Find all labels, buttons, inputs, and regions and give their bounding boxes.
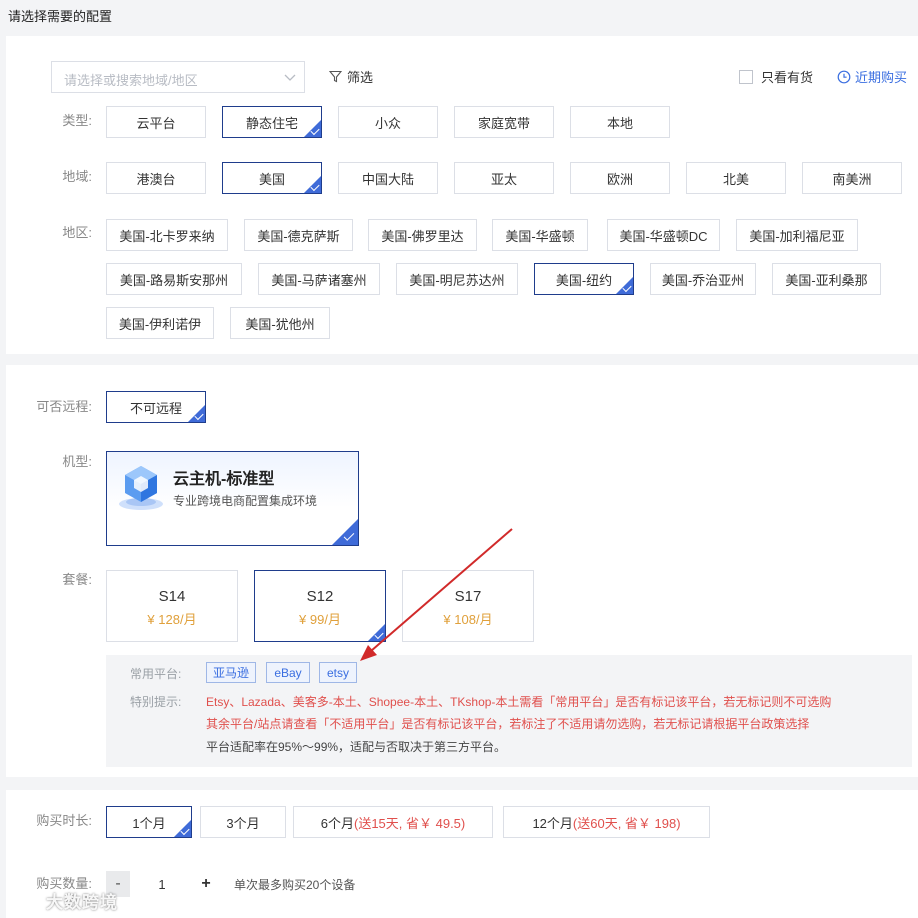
plan-name: S12 (306, 588, 334, 605)
duration-option-12-months[interactable]: 12个月 (送60天, 省￥ 198) (503, 806, 710, 838)
duration-main: 3个月 (226, 815, 260, 831)
machine-panel: 可否远程: 不可远程 机型: 云主机-标准型 专业跨境电商配置集成环境 套餐: … (6, 365, 918, 777)
area-option[interactable]: 美国-亚利桑那 (772, 263, 881, 295)
region-option-north-america[interactable]: 北美 (686, 162, 786, 194)
checkbox-icon (739, 69, 753, 84)
type-option-static-residential[interactable]: 静态住宅 (222, 106, 322, 138)
platform-tag-ebay: eBay (266, 662, 310, 683)
duration-option-1-month[interactable]: 1个月 (106, 806, 192, 838)
duration-bonus: (送60天, 省￥ 198) (572, 815, 681, 831)
area-label: 地区: (62, 225, 92, 240)
plan-price: ¥ 128/月 (147, 612, 197, 627)
cube-icon (119, 466, 163, 510)
watermark: 大数跨境 (10, 888, 118, 913)
area-option[interactable]: 美国-路易斯安那州 (106, 263, 242, 295)
machine-card-cloud-standard[interactable]: 云主机-标准型 专业跨境电商配置集成环境 (106, 451, 359, 546)
quantity-plus-button[interactable]: + (194, 871, 218, 897)
duration-main: 1个月 (132, 815, 166, 831)
type-label: 类型: (62, 113, 92, 128)
platform-tag-amazon: 亚马逊 (206, 662, 256, 683)
chevron-down-icon (284, 74, 296, 81)
area-option-new-york[interactable]: 美国-纽约 (534, 263, 634, 295)
plan-price: ¥ 108/月 (443, 612, 493, 627)
type-option-niche[interactable]: 小众 (338, 106, 438, 138)
duration-option-3-months[interactable]: 3个月 (200, 806, 286, 838)
platform-info-box: 常用平台: 亚马逊 eBay etsy 特别提示: Etsy、Lazada、美客… (106, 655, 912, 767)
area-option[interactable]: 美国-华盛顿 (492, 219, 588, 251)
platform-label: 常用平台: (130, 667, 182, 681)
stock-only-checkbox[interactable]: 只看有货 (739, 67, 813, 86)
area-option[interactable]: 美国-明尼苏达州 (396, 263, 518, 295)
plan-name: S14 (158, 588, 186, 605)
notice-line-3: 平台适配率在95%～99%，适配与否取决于第三方平台。 (206, 740, 507, 754)
area-option[interactable]: 美国-华盛顿DC (607, 219, 720, 251)
notice-label: 特别提示: (130, 695, 182, 709)
region-option-mainland-china[interactable]: 中国大陆 (338, 162, 438, 194)
plan-label: 套餐: (62, 572, 92, 587)
duration-main: 12个月 (532, 815, 573, 831)
machine-label: 机型: (62, 454, 92, 469)
region-search-select[interactable]: 请选择或搜索地域/地区 (51, 61, 305, 93)
plan-option-s17[interactable]: S17 ¥ 108/月 (402, 570, 534, 642)
area-option[interactable]: 美国-伊利诺伊 (106, 307, 214, 339)
remote-option-no-remote[interactable]: 不可远程 (106, 391, 206, 423)
speech-bubble-logo-icon (11, 890, 35, 911)
recent-purchase-link[interactable]: 近期购买 (837, 67, 907, 86)
area-option[interactable]: 美国-犹他州 (230, 307, 330, 339)
filter-icon (329, 70, 342, 83)
region-option-europe[interactable]: 欧洲 (570, 162, 670, 194)
plan-price: ¥ 99/月 (299, 612, 341, 627)
plan-option-s14[interactable]: S14 ¥ 128/月 (106, 570, 238, 642)
type-option-cloud[interactable]: 云平台 (106, 106, 206, 138)
check-icon (343, 530, 355, 541)
plan-name: S17 (454, 588, 482, 605)
quantity-hint: 单次最多购买20个设备 (234, 878, 356, 892)
area-option[interactable]: 美国-加利福尼亚 (736, 219, 858, 251)
region-search-placeholder: 请选择或搜索地域/地区 (64, 73, 198, 88)
recent-purchase-label: 近期购买 (855, 70, 908, 85)
type-option-local[interactable]: 本地 (570, 106, 670, 138)
region-option-usa[interactable]: 美国 (222, 162, 322, 194)
plan-option-s12[interactable]: S12 ¥ 99/月 (254, 570, 386, 642)
filter-label: 筛选 (347, 70, 374, 85)
area-option[interactable]: 美国-乔治亚州 (650, 263, 756, 295)
region-option-hk-macau-tw[interactable]: 港澳台 (106, 162, 206, 194)
area-option[interactable]: 美国-马萨诸塞州 (258, 263, 380, 295)
duration-main: 6个月 (320, 815, 354, 831)
platform-tag-etsy: etsy (319, 662, 357, 683)
notice-line-1: Etsy、Lazada、美客多-本土、Shopee-本土、TKshop-本土需看… (206, 695, 832, 709)
purchase-panel: 购买时长: 1个月 3个月 6个月 (送15天, 省￥ 49.5) 12个月 (送6… (6, 790, 918, 918)
remote-label: 可否远程: (36, 399, 92, 414)
clock-icon (837, 70, 851, 83)
quantity-input[interactable]: 1 (130, 871, 194, 897)
page-title: 请选择需要的配置 (8, 9, 113, 24)
duration-label: 购买时长: (36, 813, 92, 828)
region-option-south-america[interactable]: 南美洲 (802, 162, 902, 194)
duration-option-6-months[interactable]: 6个月 (送15天, 省￥ 49.5) (293, 806, 493, 838)
machine-desc: 专业跨境电商配置集成环境 (173, 494, 318, 508)
duration-bonus: (送15天, 省￥ 49.5) (353, 815, 466, 831)
area-option[interactable]: 美国-佛罗里达 (368, 219, 477, 251)
type-option-home-broadband[interactable]: 家庭宽带 (454, 106, 554, 138)
area-option[interactable]: 美国-德克萨斯 (244, 219, 353, 251)
region-label: 地域: (62, 169, 92, 184)
area-option[interactable]: 美国-北卡罗来纳 (106, 219, 228, 251)
watermark-text: 大数跨境 (46, 893, 118, 912)
region-option-asia-pacific[interactable]: 亚太 (454, 162, 554, 194)
stock-only-label: 只看有货 (761, 70, 814, 85)
region-panel: 请选择或搜索地域/地区 筛选 只看有货 近期购买 类型: 云平台 静态住宅 小众… (6, 36, 918, 354)
filter-button[interactable]: 筛选 (329, 67, 373, 86)
machine-title: 云主机-标准型 (173, 471, 275, 488)
notice-line-2: 其余平台/站点请查看「不适用平台」是否有标记该平台，若标注了不适用请勿选购，若无… (206, 717, 810, 731)
quantity-stepper: - 1 + (106, 871, 218, 897)
